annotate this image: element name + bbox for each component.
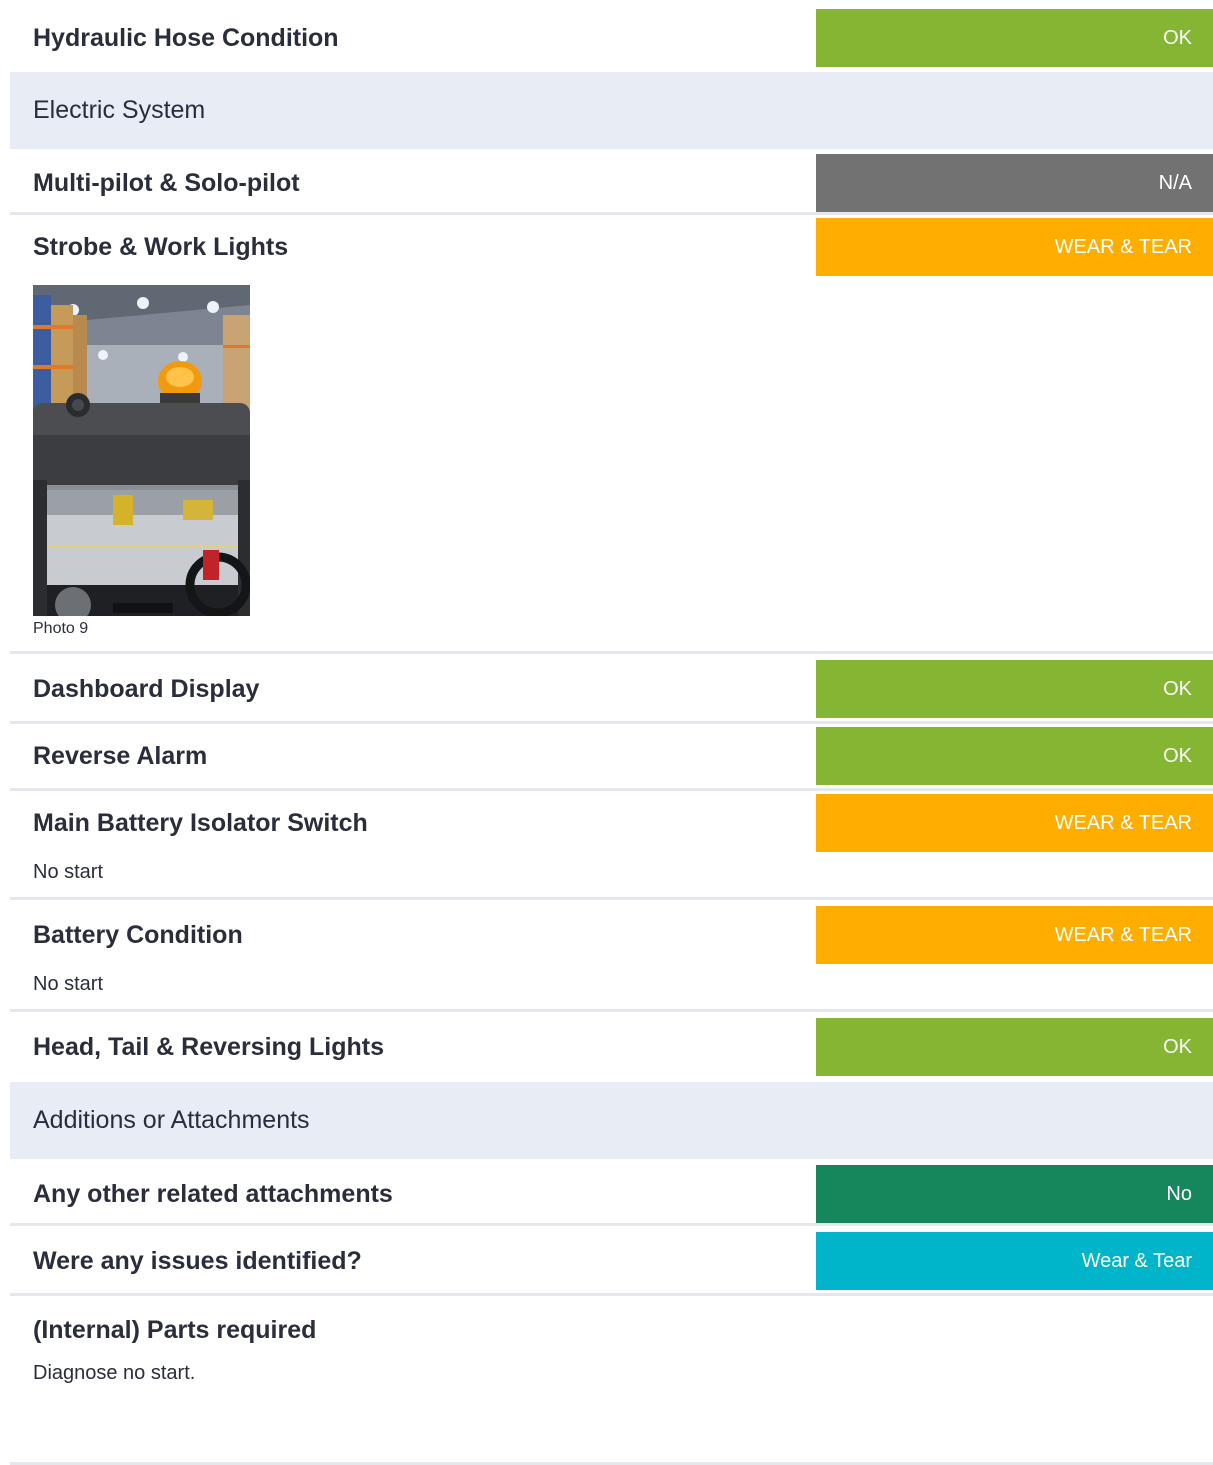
- item-note: No start: [33, 861, 104, 883]
- row-hydraulic-hose: Hydraulic Hose Condition OK: [10, 9, 1213, 67]
- section-header-electric-system: Electric System: [10, 72, 1213, 149]
- row-main-battery-isolator: Main Battery Isolator Switch WEAR & TEAR: [10, 794, 1213, 852]
- item-label: (Internal) Parts required: [33, 1315, 317, 1344]
- photo-block: Photo 9: [10, 285, 1213, 645]
- status-badge: N/A: [816, 154, 1213, 212]
- status-badge: WEAR & TEAR: [816, 794, 1213, 852]
- row-dashboard-display: Dashboard Display OK: [10, 660, 1213, 724]
- row-multi-pilot: Multi-pilot & Solo-pilot N/A: [10, 154, 1213, 215]
- forklift-photo-image: [33, 285, 250, 616]
- status-badge: OK: [816, 660, 1213, 718]
- item-label: Head, Tail & Reversing Lights: [33, 1032, 385, 1061]
- row-internal-parts-required: (Internal) Parts required: [10, 1302, 1213, 1358]
- item-label: Main Battery Isolator Switch: [33, 808, 368, 837]
- status-badge: WEAR & TEAR: [816, 218, 1213, 276]
- divider: [10, 651, 1213, 654]
- item-label: Reverse Alarm: [33, 742, 208, 770]
- status-badge: No: [816, 1165, 1213, 1223]
- item-label: Any other related attachments: [33, 1180, 393, 1208]
- row-other-attachments: Any other related attachments No: [10, 1165, 1213, 1226]
- item-label: Were any issues identified?: [33, 1247, 362, 1275]
- item-note: Diagnose no start.: [33, 1362, 196, 1384]
- item-label: Dashboard Display: [33, 675, 260, 703]
- row-issues-identified: Were any issues identified? Wear & Tear: [10, 1232, 1213, 1296]
- item-label: Strobe & Work Lights: [33, 232, 289, 261]
- photo-thumbnail[interactable]: [33, 285, 250, 616]
- item-label: Hydraulic Hose Condition: [33, 23, 339, 52]
- divider: [10, 897, 1213, 900]
- row-battery-condition: Battery Condition WEAR & TEAR: [10, 906, 1213, 964]
- row-strobe-work-lights: Strobe & Work Lights WEAR & TEAR: [10, 218, 1213, 276]
- status-badge: OK: [816, 727, 1213, 785]
- item-label: Battery Condition: [33, 920, 243, 949]
- inspection-report: Hydraulic Hose Condition OK Electric Sys…: [10, 9, 1213, 1465]
- item-note: No start: [33, 973, 104, 995]
- section-header-additions: Additions or Attachments: [10, 1082, 1213, 1159]
- photo-caption: Photo 9: [33, 620, 89, 637]
- status-badge: OK: [816, 9, 1213, 67]
- status-badge: WEAR & TEAR: [816, 906, 1213, 964]
- item-label: Multi-pilot & Solo-pilot: [33, 168, 300, 197]
- status-badge: Wear & Tear: [816, 1232, 1213, 1290]
- row-reverse-alarm: Reverse Alarm OK: [10, 727, 1213, 791]
- status-badge: OK: [816, 1018, 1213, 1076]
- row-head-tail-reversing-lights: Head, Tail & Reversing Lights OK: [10, 1018, 1213, 1076]
- divider: [10, 1009, 1213, 1012]
